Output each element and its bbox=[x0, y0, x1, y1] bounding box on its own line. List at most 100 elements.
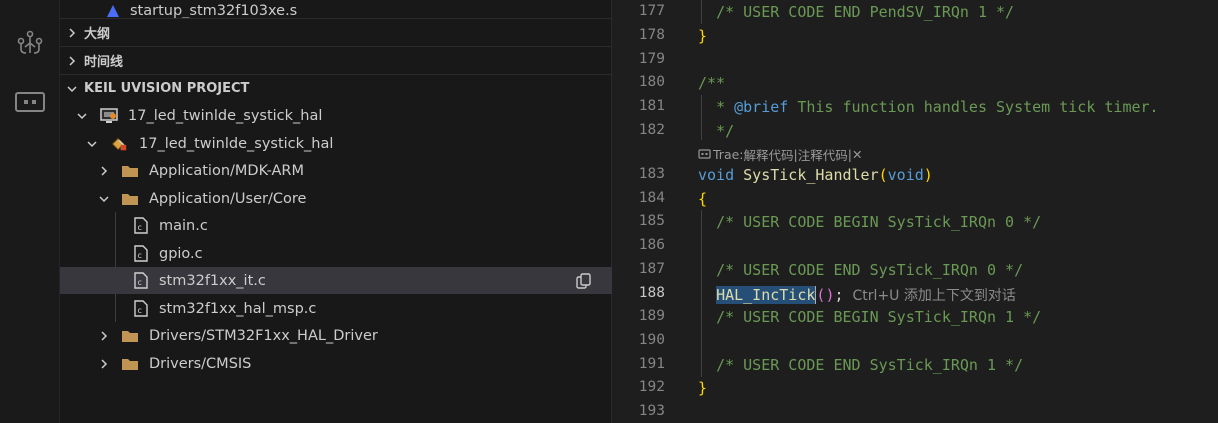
line-number: 189 bbox=[638, 308, 665, 324]
trae-codelens: Trae: 解释代码 | 注释代码 | ✕ bbox=[698, 145, 862, 164]
chevron-down-icon bbox=[66, 83, 78, 95]
close-icon[interactable]: ✕ bbox=[852, 147, 862, 162]
c-file-icon: c bbox=[132, 245, 150, 263]
line-number: 192 bbox=[638, 379, 665, 395]
line-number: 190 bbox=[638, 332, 665, 348]
code-line[interactable]: /* USER CODE END SysTick_IRQn 0 */ bbox=[698, 261, 1023, 279]
activity-bar bbox=[0, 0, 60, 423]
timeline-section-header[interactable]: 时间线 bbox=[60, 46, 612, 74]
chevron-down-icon bbox=[86, 138, 98, 150]
semicolon: ; bbox=[834, 286, 844, 304]
tree-item-target[interactable]: 17_led_twinlde_systick_hal bbox=[60, 130, 612, 157]
brace: } bbox=[698, 27, 708, 45]
comment: * bbox=[716, 98, 735, 116]
chevron-right-icon bbox=[98, 330, 110, 342]
code-line[interactable]: /* USER CODE BEGIN SysTick_IRQn 1 */ bbox=[698, 308, 1041, 326]
chevron-right-icon bbox=[66, 55, 78, 67]
comment: This function handles System tick timer. bbox=[788, 98, 1159, 116]
comment: /* USER CODE END PendSV_IRQn 1 */ bbox=[716, 3, 1015, 21]
code-line[interactable]: /** bbox=[698, 74, 725, 92]
keyword: void bbox=[698, 166, 735, 184]
svg-text:c: c bbox=[138, 223, 142, 232]
comment-code-link[interactable]: 注释代码 bbox=[798, 145, 848, 164]
project-section-header[interactable]: KEIL UVISION PROJECT bbox=[60, 74, 612, 102]
chevron-right-icon bbox=[98, 165, 110, 177]
target-icon bbox=[110, 135, 128, 153]
line-number: 178 bbox=[638, 27, 665, 43]
code-line[interactable]: * @brief This function handles System ti… bbox=[698, 98, 1159, 116]
chevron-down-icon bbox=[76, 110, 88, 122]
comment: /* USER CODE END SysTick_IRQn 1 */ bbox=[716, 356, 1024, 374]
code-line[interactable]: /* USER CODE BEGIN SysTick_IRQn 0 */ bbox=[698, 213, 1041, 231]
code-line[interactable]: } bbox=[698, 27, 707, 45]
comment: /* USER CODE END SysTick_IRQn 0 */ bbox=[716, 261, 1024, 279]
function-name: SysTick_Handler bbox=[743, 166, 879, 184]
tree-item-project[interactable]: 17_led_twinlde_systick_hal bbox=[60, 102, 612, 129]
tree-item-label: Application/MDK-ARM bbox=[149, 162, 304, 179]
svg-text:c: c bbox=[138, 306, 142, 315]
code-line[interactable]: } bbox=[698, 379, 707, 397]
tree-folder-user-core[interactable]: Application/User/Core bbox=[60, 185, 612, 212]
source-control-graph-icon[interactable] bbox=[14, 27, 46, 59]
line-number: 177 bbox=[638, 3, 665, 19]
folder-icon bbox=[121, 190, 139, 208]
chevron-right-icon bbox=[98, 358, 110, 370]
code-line-active[interactable]: HAL_IncTick(); Ctrl+U 添加上下文到对话 bbox=[698, 285, 1016, 305]
code-line[interactable]: /* USER CODE END PendSV_IRQn 1 */ bbox=[698, 3, 1014, 21]
line-number: 183 bbox=[638, 166, 665, 182]
tree-folder-hal-driver[interactable]: Drivers/STM32F1xx_HAL_Driver bbox=[60, 322, 612, 349]
c-file-icon: c bbox=[132, 217, 150, 235]
folder-icon bbox=[121, 162, 139, 180]
folder-icon bbox=[121, 327, 139, 345]
tree-item-label: stm32f1xx_it.c bbox=[159, 272, 266, 289]
folder-icon bbox=[121, 355, 139, 373]
tree-item-label: stm32f1xx_hal_msp.c bbox=[159, 300, 317, 317]
tree-item-label: Application/User/Core bbox=[149, 190, 307, 207]
tree-item-label: main.c bbox=[159, 217, 208, 234]
line-number: 180 bbox=[638, 74, 665, 90]
svg-text:c: c bbox=[138, 251, 142, 260]
line-number-active: 188 bbox=[638, 285, 665, 301]
selected-function-call[interactable]: HAL_IncTick bbox=[716, 286, 816, 304]
line-number: 182 bbox=[638, 122, 665, 138]
chevron-right-icon bbox=[66, 27, 78, 39]
copy-path-icon[interactable] bbox=[575, 272, 593, 290]
c-file-icon: c bbox=[132, 272, 150, 290]
line-number: 185 bbox=[638, 213, 665, 229]
outline-label: 大纲 bbox=[84, 27, 111, 42]
inline-hint: Ctrl+U 添加上下文到对话 bbox=[852, 288, 1016, 304]
code-line[interactable]: */ bbox=[698, 122, 734, 140]
tree-folder-cmsis[interactable]: Drivers/CMSIS bbox=[60, 350, 612, 377]
svg-text:c: c bbox=[138, 278, 142, 287]
code-line[interactable]: { bbox=[698, 190, 707, 208]
code-line[interactable]: void SysTick_Handler(void) bbox=[698, 166, 933, 184]
line-number: 179 bbox=[638, 51, 665, 67]
code-line[interactable]: /* USER CODE END SysTick_IRQn 1 */ bbox=[698, 356, 1023, 374]
explain-code-link[interactable]: 解释代码 bbox=[744, 145, 794, 164]
line-number: 187 bbox=[638, 261, 665, 277]
tree-item-label: Drivers/STM32F1xx_HAL_Driver bbox=[149, 327, 378, 344]
comment: /** bbox=[698, 74, 726, 92]
chevron-down-icon bbox=[98, 193, 110, 205]
line-number: 193 bbox=[638, 403, 665, 419]
c-file-icon: c bbox=[132, 300, 150, 318]
outline-section-header[interactable]: 大纲 bbox=[60, 18, 612, 46]
line-number: 184 bbox=[638, 190, 665, 206]
tree-file-gpio-c[interactable]: c gpio.c bbox=[60, 240, 612, 267]
chat-icon bbox=[698, 149, 711, 160]
tree-item-label: 17_led_twinlde_systick_hal bbox=[128, 107, 323, 124]
line-number: 181 bbox=[638, 98, 665, 114]
project-section-label: KEIL UVISION PROJECT bbox=[84, 81, 250, 96]
remote-explorer-icon[interactable] bbox=[14, 86, 46, 118]
tree-file-stm32f1xx-it-c[interactable]: c stm32f1xx_it.c bbox=[60, 267, 612, 294]
line-number: 191 bbox=[638, 356, 665, 372]
tree-file-hal-msp-c[interactable]: c stm32f1xx_hal_msp.c bbox=[60, 295, 612, 322]
comment: */ bbox=[716, 122, 735, 140]
keyword: void bbox=[887, 166, 924, 184]
brace: } bbox=[698, 379, 708, 397]
code-editor[interactable]: 177 /* USER CODE END PendSV_IRQn 1 */ 17… bbox=[613, 0, 1218, 423]
tree-file-main-c[interactable]: c main.c bbox=[60, 212, 612, 239]
file-label: startup_stm32f103xe.s bbox=[130, 3, 298, 19]
paren-open: ( bbox=[815, 286, 826, 304]
tree-folder-mdk-arm[interactable]: Application/MDK-ARM bbox=[60, 157, 612, 184]
